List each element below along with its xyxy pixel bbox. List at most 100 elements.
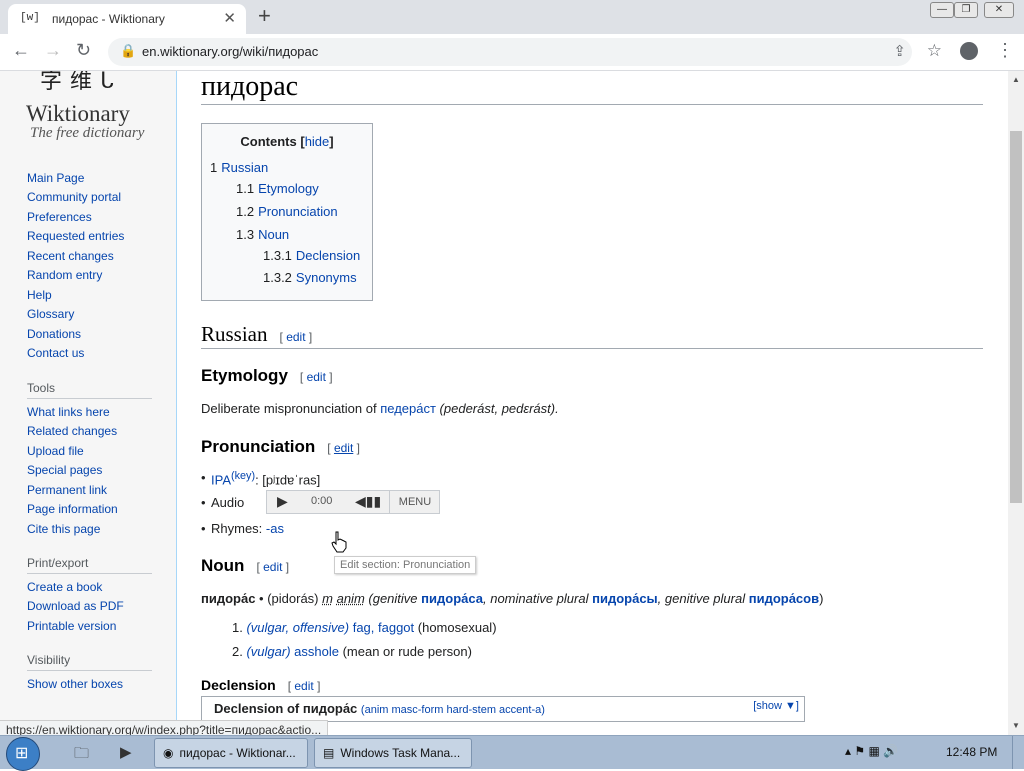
sidebar: 字维ᒐ Wiktionary The free dictionary Main … xyxy=(0,71,176,735)
sidebar-item-what-links-here[interactable]: What links here xyxy=(27,405,110,419)
bookmark-star-icon[interactable]: ☆ xyxy=(927,41,942,61)
heading-noun: Noun[ edit ] xyxy=(201,556,290,575)
window-close-button[interactable]: ✕ xyxy=(984,2,1014,18)
start-button[interactable]: ⊞ xyxy=(6,737,40,771)
sidebar-item-glossary[interactable]: Glossary xyxy=(27,307,74,321)
wiktionary-favicon-icon: [w] xyxy=(20,12,40,24)
audio-item: Audio xyxy=(201,495,244,510)
toc-item-russian[interactable]: 1 Russian xyxy=(210,160,268,175)
sidebar-item-permanent-link[interactable]: Permanent link xyxy=(27,483,107,497)
sidebar-item-special-pages[interactable]: Special pages xyxy=(27,463,102,477)
toc-item-synonyms[interactable]: 1.3.2 Synonyms xyxy=(263,270,357,285)
rhymes-item: Rhymes: -as xyxy=(201,521,284,536)
edit-russian-link[interactable]: edit xyxy=(286,330,305,344)
media-player-icon[interactable]: ▶ xyxy=(120,743,132,761)
sidebar-item-create-a-book[interactable]: Create a book xyxy=(27,580,102,594)
sense-1: 1. (vulgar, offensive) fag, faggot (homo… xyxy=(232,620,497,635)
nominative-plural-link[interactable]: пидора́сы xyxy=(592,591,658,606)
sidebar-item-cite-this-page[interactable]: Cite this page xyxy=(27,522,100,536)
play-icon[interactable]: ▶ xyxy=(277,493,288,510)
genitive-plural-link[interactable]: пидора́сов xyxy=(749,591,819,606)
sidebar-item-show-other-boxes[interactable]: Show other boxes xyxy=(27,677,123,691)
scroll-thumb[interactable] xyxy=(1010,131,1022,503)
sidebar-item-download-pdf[interactable]: Download as PDF xyxy=(27,599,124,613)
sidebar-item-contact-us[interactable]: Contact us xyxy=(27,346,84,360)
sense-2-link[interactable]: asshole xyxy=(294,644,339,659)
tab-title: пидорас - Wiktionary xyxy=(52,12,165,26)
browser-tab[interactable]: [w] пидорас - Wiktionary ✕ xyxy=(8,4,246,34)
page-title: пидорас xyxy=(201,71,299,102)
sidebar-item-donations[interactable]: Donations xyxy=(27,327,81,341)
edit-noun-link[interactable]: edit xyxy=(263,560,282,574)
toc-item-pronunciation[interactable]: 1.2 Pronunciation xyxy=(236,204,338,219)
audio-menu-button[interactable]: MENU xyxy=(389,491,440,513)
logo-title[interactable]: Wiktionary xyxy=(26,101,130,127)
sense-2: 2. (vulgar) asshole (mean or rude person… xyxy=(232,644,472,659)
scroll-down-icon[interactable]: ▼ xyxy=(1012,721,1020,730)
section-divider xyxy=(201,348,983,349)
sidebar-item-related-changes[interactable]: Related changes xyxy=(27,424,117,438)
sidebar-item-community-portal[interactable]: Community portal xyxy=(27,190,121,204)
hand-cursor-icon xyxy=(331,531,347,553)
new-tab-button[interactable]: + xyxy=(258,3,271,29)
back-arrow-icon[interactable]: ← xyxy=(12,40,30,61)
sidebar-item-printable-version[interactable]: Printable version xyxy=(27,619,116,633)
edit-declension-link[interactable]: edit xyxy=(294,679,313,693)
sidebar-item-help[interactable]: Help xyxy=(27,288,52,302)
clock[interactable]: 12:48 PM xyxy=(946,745,997,759)
ipa-link[interactable]: IPA xyxy=(211,472,231,487)
taskbar-task-manager-window[interactable]: ▤ Windows Task Mana... xyxy=(314,738,472,768)
explorer-folder-icon[interactable]: 🗀 xyxy=(74,743,89,768)
forward-arrow-icon[interactable]: → xyxy=(44,40,62,61)
toc-heading: Contents [hide] xyxy=(240,134,334,149)
sidebar-item-main-page[interactable]: Main Page xyxy=(27,171,84,185)
profile-avatar-icon[interactable] xyxy=(960,42,978,60)
volume-icon[interactable]: ◀▮▮ xyxy=(355,493,381,510)
reload-icon[interactable]: ↻ xyxy=(76,40,91,61)
headword-line: пидора́с • (pidorás) m anim (genitive пи… xyxy=(201,591,824,606)
tab-close-icon[interactable]: ✕ xyxy=(223,9,236,27)
divider xyxy=(27,573,152,574)
sidebar-item-upload-file[interactable]: Upload file xyxy=(27,444,84,458)
toc-item-declension[interactable]: 1.3.1 Declension xyxy=(263,248,360,263)
toc-title: Contents xyxy=(240,134,297,149)
windows-logo-icon: ⊞ xyxy=(15,745,29,762)
ipa-key-link[interactable]: (key) xyxy=(231,470,255,482)
share-icon[interactable]: ⇪ xyxy=(893,42,906,60)
declension-show-toggle[interactable]: [show ▼] xyxy=(753,700,799,712)
show-desktop-button[interactable] xyxy=(1012,736,1024,769)
sidebar-item-preferences[interactable]: Preferences xyxy=(27,210,92,224)
toc-hide-link[interactable]: hide xyxy=(305,134,330,149)
minimize-button[interactable]: — xyxy=(930,2,954,18)
taskbar-chrome-window[interactable]: ◉ пидорас - Wiktionar... xyxy=(154,738,308,768)
toc-item-noun[interactable]: 1.3 Noun xyxy=(236,227,289,242)
edit-section-tooltip: Edit section: Pronunciation xyxy=(334,556,477,574)
edit-pronunciation-link[interactable]: edit xyxy=(334,441,353,455)
audio-player: ▶ 0:00 ◀▮▮ MENU xyxy=(266,490,440,514)
rhymes-link[interactable]: -as xyxy=(266,521,284,536)
url-text[interactable]: en.wiktionary.org/wiki/пидорас xyxy=(142,44,318,59)
sidebar-item-random-entry[interactable]: Random entry xyxy=(27,268,102,282)
page-scrollbar[interactable]: ▲ ▼ xyxy=(1008,71,1024,735)
wiktionary-logo-glyphs[interactable]: 字维ᒐ xyxy=(40,71,122,95)
heading-etymology: Etymology[ edit ] xyxy=(201,366,333,385)
sidebar-item-requested-entries[interactable]: Requested entries xyxy=(27,229,124,243)
sidebar-item-page-information[interactable]: Page information xyxy=(27,502,118,516)
system-tray-icons[interactable]: ▴ ⚑ ▦ 🔊 xyxy=(845,744,898,758)
genitive-link[interactable]: пидора́са xyxy=(421,591,483,606)
etymology-text: Deliberate mispronunciation of педера́ст… xyxy=(201,401,559,416)
edit-etymology-link[interactable]: edit xyxy=(307,370,326,384)
sense-1-link[interactable]: fag, faggot xyxy=(353,620,414,635)
address-bar[interactable]: 🔒 en.wiktionary.org/wiki/пидорас ⇪ ☆ xyxy=(108,38,942,66)
scroll-up-icon[interactable]: ▲ xyxy=(1012,75,1020,84)
etymology-link[interactable]: педера́ст xyxy=(380,401,436,416)
sidebar-item-recent-changes[interactable]: Recent changes xyxy=(27,249,114,263)
logo-tagline[interactable]: The free dictionary xyxy=(30,125,144,142)
divider xyxy=(27,398,152,399)
lock-icon[interactable]: 🔒 xyxy=(120,43,136,59)
table-of-contents: Contents [hide] 1 Russian 1.1 Etymology 1.… xyxy=(201,123,373,301)
browser-menu-icon[interactable]: ⋮ xyxy=(996,40,1014,61)
print-export-heading: Print/export xyxy=(27,556,89,570)
toc-item-etymology[interactable]: 1.1 Etymology xyxy=(236,181,319,196)
restore-button[interactable]: ❐ xyxy=(954,2,978,18)
